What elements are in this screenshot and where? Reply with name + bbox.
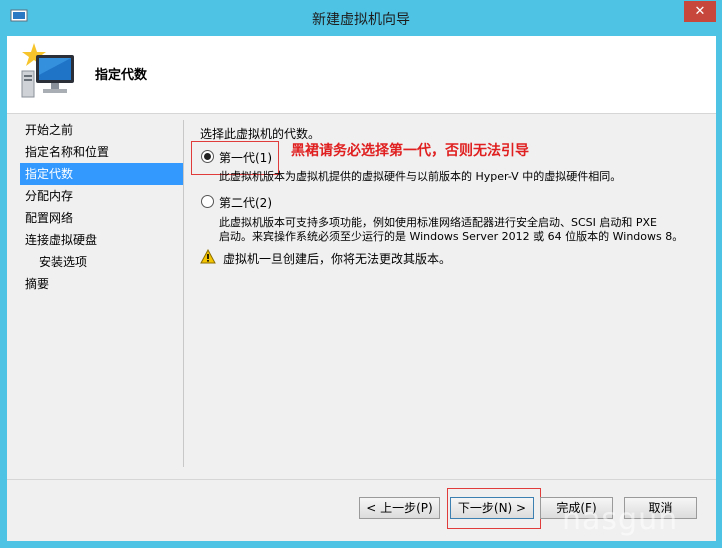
nav-step-before-you-begin[interactable]: 开始之前 (20, 119, 183, 141)
new-vm-wizard-icon (21, 43, 74, 98)
nav-step-name-location[interactable]: 指定名称和位置 (20, 141, 183, 163)
nav-step-summary[interactable]: 摘要 (20, 273, 183, 295)
footer-divider (7, 479, 716, 480)
title-bar[interactable]: 新建虚拟机向导 ✕ (0, 0, 722, 36)
gen2-radio[interactable] (201, 195, 214, 208)
gen1-radio[interactable] (201, 150, 214, 163)
wizard-step-nav: 开始之前 指定名称和位置 指定代数 分配内存 配置网络 连接虚拟硬盘 安装选项 … (20, 119, 183, 295)
nav-step-generation[interactable]: 指定代数 (20, 163, 183, 185)
nav-step-memory[interactable]: 分配内存 (20, 185, 183, 207)
annotation-text: 黑裙请务必选择第一代，否则无法引导 (291, 143, 529, 159)
gen1-description: 此虚拟机版本为虚拟机提供的虚拟硬件与以前版本的 Hyper-V 中的虚拟硬件相同… (219, 170, 622, 183)
gen1-label[interactable]: 第一代(1) (219, 149, 272, 166)
previous-button[interactable]: < 上一步(P) (359, 497, 440, 519)
wizard-client-area: 指定代数 开始之前 指定名称和位置 指定代数 分配内存 配置网络 连接虚拟硬盘 … (7, 36, 716, 541)
page-title: 指定代数 (95, 68, 148, 83)
watermark: nasgun (562, 502, 712, 537)
gen2-label[interactable]: 第二代(2) (219, 194, 272, 211)
nav-step-network[interactable]: 配置网络 (20, 207, 183, 229)
wizard-header: 指定代数 (7, 36, 716, 113)
radio-selected-dot (204, 153, 211, 160)
warning-text: 虚拟机一旦创建后，你将无法更改其版本。 (223, 252, 452, 266)
close-button[interactable]: ✕ (684, 1, 716, 22)
window-title: 新建虚拟机向导 (312, 12, 410, 28)
nav-step-virtual-disk[interactable]: 连接虚拟硬盘 (20, 229, 183, 251)
header-divider (7, 113, 716, 114)
next-button[interactable]: 下一步(N) > (450, 497, 534, 519)
nav-step-install-options[interactable]: 安装选项 (20, 251, 183, 273)
watermark-text: nasgun (562, 502, 679, 537)
warning-icon (200, 249, 216, 264)
window-frame: 新建虚拟机向导 ✕ 指定代数 开始之前 指定名称和位置 指定代数 分配内存 配置… (0, 0, 722, 548)
gen2-description-line2: 启动。来宾操作系统必须至少运行的是 Windows Server 2012 或 … (219, 230, 684, 243)
nav-divider (183, 120, 184, 467)
